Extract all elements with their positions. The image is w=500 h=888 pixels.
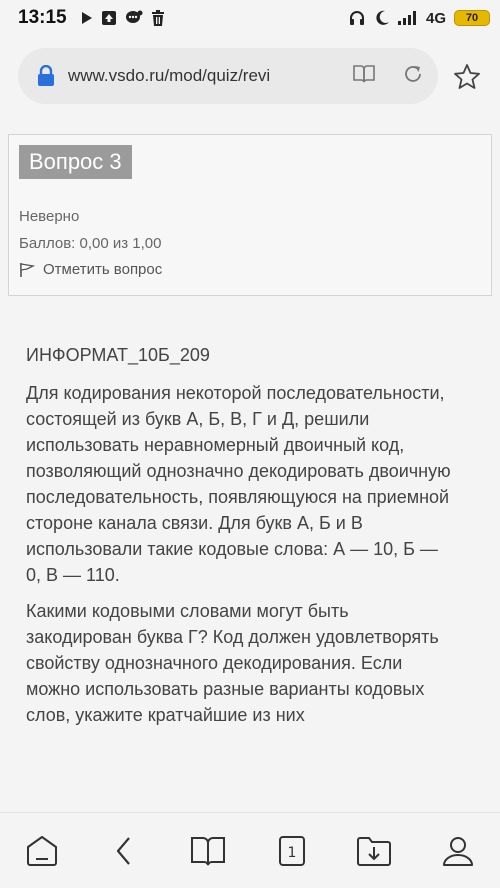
chat-icon xyxy=(125,10,143,26)
headphones-icon xyxy=(348,9,366,27)
question-status: Неверно xyxy=(19,208,80,225)
bookmarks-button[interactable] xyxy=(188,831,228,871)
flag-icon xyxy=(20,262,35,277)
notification-icons xyxy=(81,10,165,26)
downloads-button[interactable] xyxy=(354,831,394,871)
reader-mode-icon[interactable] xyxy=(352,64,376,89)
question-paragraph: Для кодирования некоторой последовательн… xyxy=(26,383,451,585)
network-type: 4G xyxy=(425,9,446,27)
download-folder-icon xyxy=(357,837,391,866)
question-info: Вопрос 3 Неверно Баллов: 0,00 из 1,00 От… xyxy=(8,134,492,296)
back-arrow-icon xyxy=(116,837,130,865)
url-text[interactable]: www.vsdo.ru/mod/quiz/revi xyxy=(68,66,314,86)
upload-icon xyxy=(101,10,117,26)
profile-button[interactable] xyxy=(438,831,478,871)
question-title: Вопрос 3 xyxy=(19,145,132,179)
system-indicators: 4G 70 xyxy=(348,9,490,27)
home-icon xyxy=(27,836,57,866)
tab-count: 1 xyxy=(288,845,297,861)
question-paragraph: Какими кодовыми словами могут быть закод… xyxy=(26,601,439,725)
url-actions xyxy=(352,63,424,90)
back-button[interactable] xyxy=(104,831,144,871)
status-bar: 13:15 4G 70 xyxy=(0,0,500,36)
browser-bottom-nav: 1 xyxy=(0,812,500,888)
address-bar[interactable]: www.vsdo.ru/mod/quiz/revi xyxy=(18,48,438,104)
book-icon xyxy=(191,837,225,866)
battery-icon: 70 xyxy=(454,10,490,26)
bookmark-star-icon[interactable] xyxy=(452,62,482,92)
reload-icon[interactable] xyxy=(402,63,424,90)
tabs-button[interactable]: 1 xyxy=(272,831,312,871)
question-score: Баллов: 0,00 из 1,00 xyxy=(19,235,162,252)
signal-icon xyxy=(397,11,418,25)
moon-icon xyxy=(374,10,390,26)
play-icon xyxy=(81,11,93,25)
flag-question-button[interactable]: Отметить вопрос xyxy=(19,261,162,278)
battery-level: 70 xyxy=(465,12,479,24)
question-content: ИНФОРМАТ_10Б_209 Для кодирования некотор… xyxy=(26,342,456,738)
profile-icon xyxy=(443,837,473,866)
question-code: ИНФОРМАТ_10Б_209 xyxy=(26,345,210,365)
trash-icon xyxy=(151,10,165,26)
lock-icon xyxy=(38,65,54,86)
status-time: 13:15 xyxy=(18,7,67,28)
flag-label: Отметить вопрос xyxy=(43,261,163,278)
home-button[interactable] xyxy=(22,831,62,871)
tabs-icon: 1 xyxy=(279,836,305,866)
